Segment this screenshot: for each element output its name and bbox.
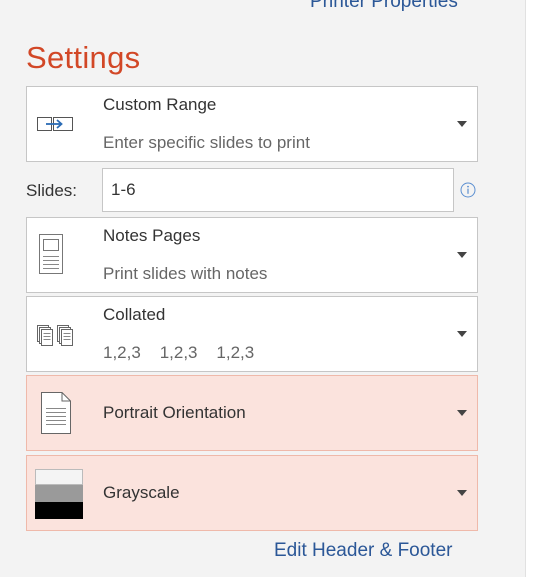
color-dropdown[interactable]: Grayscale bbox=[26, 455, 478, 531]
chevron-down-icon bbox=[457, 331, 467, 337]
collation-label: Collated bbox=[103, 305, 166, 324]
chevron-down-icon bbox=[457, 490, 467, 496]
collated-icon bbox=[37, 325, 83, 352]
grayscale-icon bbox=[35, 469, 83, 524]
settings-heading: Settings bbox=[26, 40, 141, 75]
chevron-down-icon bbox=[457, 121, 467, 127]
color-label: Grayscale bbox=[103, 483, 180, 502]
right-pane bbox=[525, 0, 543, 577]
custom-range-icon bbox=[36, 113, 82, 140]
print-range-description: Enter specific slides to print bbox=[103, 133, 310, 152]
printer-properties-link[interactable]: Printer Properties bbox=[310, 0, 458, 13]
info-icon[interactable] bbox=[460, 182, 476, 203]
print-layout-label: Notes Pages bbox=[103, 226, 201, 245]
print-range-label: Custom Range bbox=[103, 95, 217, 114]
notes-page-icon bbox=[39, 234, 63, 279]
chevron-down-icon bbox=[457, 252, 467, 258]
slides-input[interactable] bbox=[102, 168, 454, 212]
portrait-page-icon bbox=[41, 392, 71, 439]
edit-header-footer-link[interactable]: Edit Header & Footer bbox=[274, 540, 452, 562]
orientation-dropdown[interactable]: Portrait Orientation bbox=[26, 375, 478, 451]
orientation-label: Portrait Orientation bbox=[103, 403, 246, 422]
collation-description: 1,2,3 1,2,3 1,2,3 bbox=[103, 343, 255, 362]
print-range-dropdown[interactable]: Custom Range Enter specific slides to pr… bbox=[26, 86, 478, 162]
print-layout-dropdown[interactable]: Notes Pages Print slides with notes bbox=[26, 217, 478, 293]
slides-label: Slides: bbox=[26, 181, 78, 200]
print-layout-description: Print slides with notes bbox=[103, 264, 268, 283]
chevron-down-icon bbox=[457, 410, 467, 416]
collation-dropdown[interactable]: Collated 1,2,3 1,2,3 1,2,3 bbox=[26, 296, 478, 372]
